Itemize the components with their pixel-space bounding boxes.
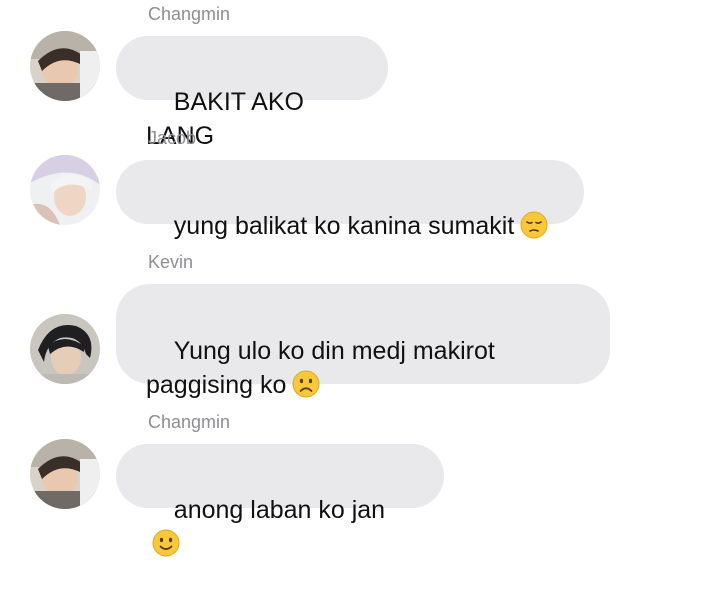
sender-name: Changmin xyxy=(148,412,231,432)
message-bubble[interactable]: anong laban ko jan xyxy=(116,444,444,557)
slightly-smiling-face-icon xyxy=(152,529,180,566)
sender-name: Changmin xyxy=(148,4,231,24)
message-bubble[interactable]: yung balikat ko kanina sumakit xyxy=(116,160,584,240)
message-bubble[interactable]: BAKIT AKO LANG xyxy=(116,36,388,150)
avatar[interactable] xyxy=(30,155,100,225)
sender-name: Jacob xyxy=(148,128,197,148)
message-text: yung balikat ko kanina sumakit xyxy=(173,212,515,240)
message-bubble[interactable]: Yung ulo ko din medj makirot paggising k… xyxy=(116,284,610,399)
message-text: Yung ulo ko din medj makirot paggising k… xyxy=(146,337,495,399)
avatar[interactable] xyxy=(30,314,100,384)
avatar[interactable] xyxy=(30,31,100,101)
sender-name: Kevin xyxy=(148,252,194,272)
avatar[interactable] xyxy=(30,439,100,509)
pensive-face-icon xyxy=(520,211,548,248)
frowning-face-icon xyxy=(292,370,320,407)
